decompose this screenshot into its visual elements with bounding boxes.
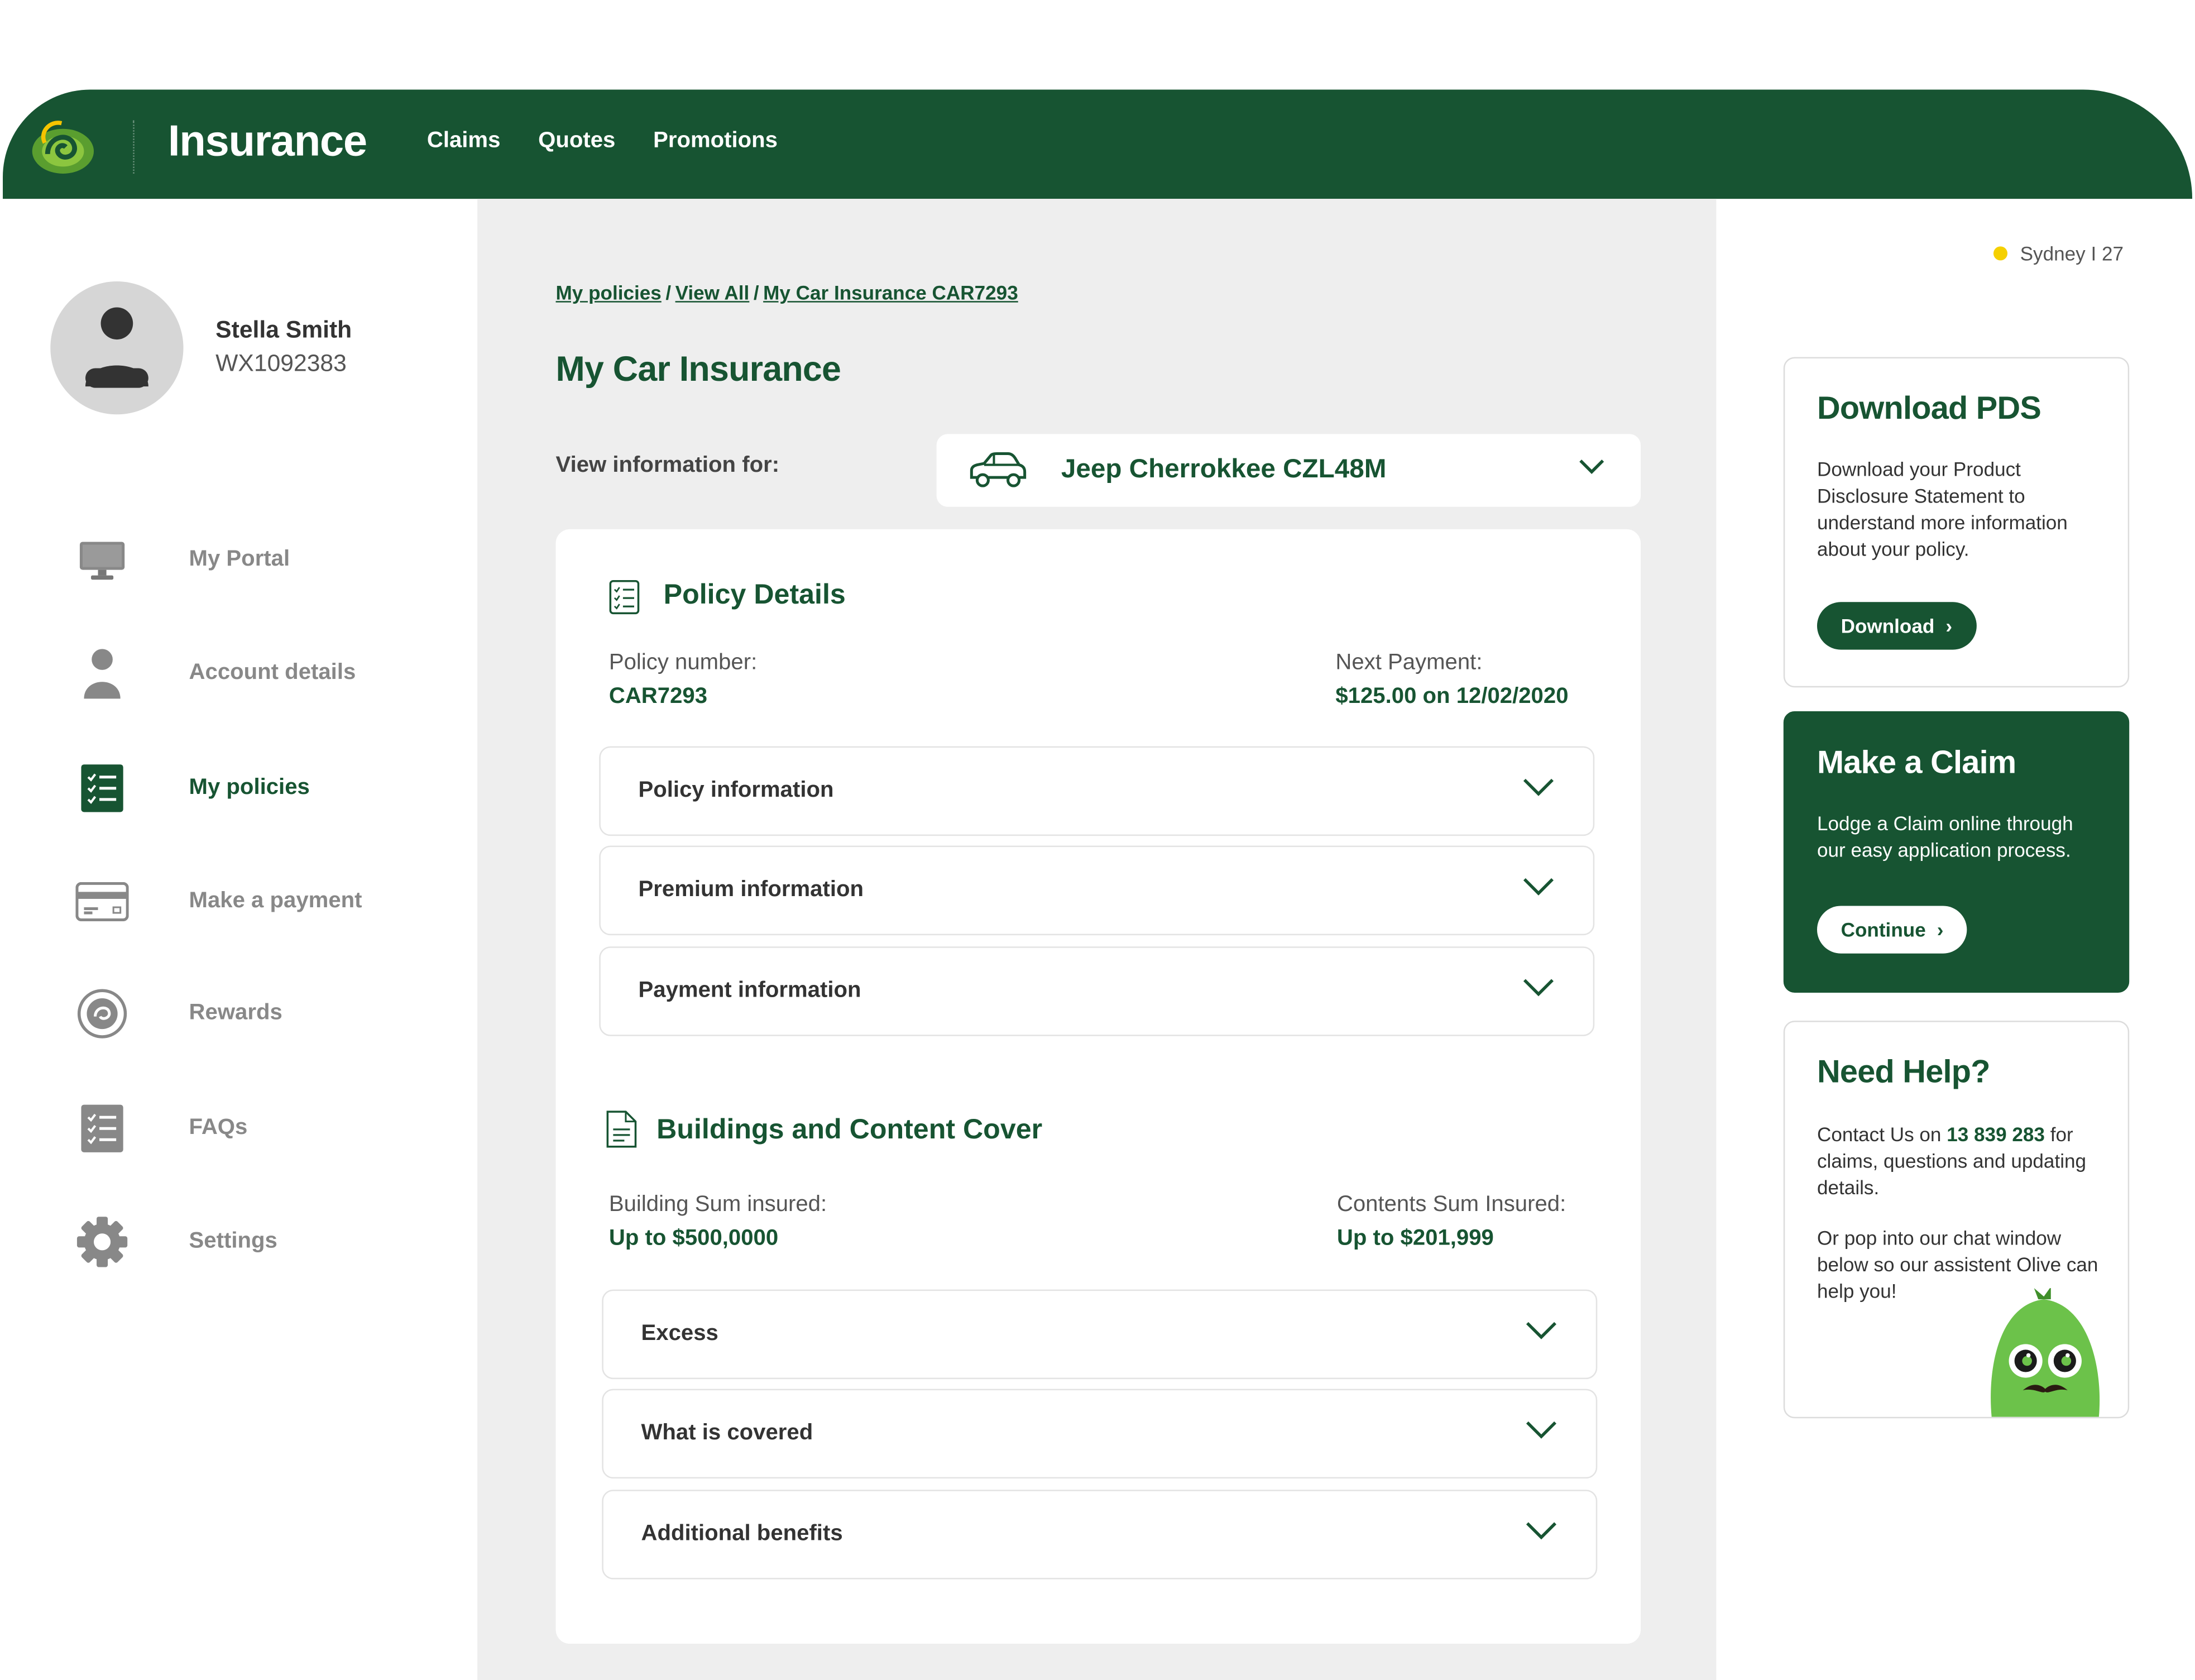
accordion-label: Additional benefits xyxy=(641,1522,843,1547)
sidebar-item-label: Account details xyxy=(189,661,356,686)
need-help-title: Need Help? xyxy=(1817,1053,1990,1091)
continue-button-label: Continue xyxy=(1841,918,1926,941)
download-pds-title: Download PDS xyxy=(1817,389,2041,427)
view-info-label: View information for: xyxy=(556,453,780,478)
location-text: Sydney I 27 xyxy=(2020,242,2124,265)
sidebar-item-account-details[interactable]: Account details xyxy=(70,639,462,709)
sidebar-item-my-policies[interactable]: My policies xyxy=(70,753,462,823)
policy-number-value: CAR7293 xyxy=(609,685,707,710)
location-dot-icon xyxy=(1993,246,2007,260)
selected-vehicle: Jeep Cherrokkee CZL48M xyxy=(1061,455,1387,486)
sidebar-item-rewards[interactable]: Rewards xyxy=(70,979,462,1049)
make-claim-text: Lodge a Claim online through our easy ap… xyxy=(1817,811,2104,864)
sidebar-item-my-portal[interactable]: My Portal xyxy=(70,525,462,595)
chevron-down-icon xyxy=(1523,778,1554,797)
vehicle-select[interactable]: Jeep Cherrokkee CZL48M xyxy=(937,434,1641,506)
contents-sum-label: Contents Sum Insured: xyxy=(1337,1193,1566,1218)
chevron-down-icon xyxy=(1523,878,1554,896)
woolworths-logo-icon[interactable] xyxy=(28,115,98,176)
document-icon xyxy=(606,1111,637,1148)
need-help-card: Need Help? Contact Us on 13 839 283 for … xyxy=(1784,1021,2129,1418)
contents-sum-value: Up to $201,999 xyxy=(1337,1227,1494,1252)
contact-prefix: Contact Us on xyxy=(1817,1123,1947,1145)
chevron-down-icon xyxy=(1523,979,1554,997)
checklist-icon xyxy=(80,763,124,813)
chevron-down-icon xyxy=(1526,1421,1556,1439)
chevron-down-icon xyxy=(1526,1322,1556,1340)
sidebar-item-label: Rewards xyxy=(189,1001,282,1026)
chevron-down-icon xyxy=(1579,460,1604,475)
person-avatar-icon xyxy=(50,281,183,414)
avatar[interactable] xyxy=(50,281,183,414)
next-payment-label: Next Payment: xyxy=(1335,651,1482,676)
sidebar-item-faqs[interactable]: FAQs xyxy=(70,1094,462,1164)
make-claim-card: Make a Claim Lodge a Claim online throug… xyxy=(1784,711,2129,993)
policy-details-title: Policy Details xyxy=(664,580,846,612)
user-id: WX1092383 xyxy=(215,350,347,378)
top-nav: Claims Quotes Promotions xyxy=(427,129,778,154)
breadcrumb-current-policy[interactable]: My Car Insurance CAR7293 xyxy=(763,281,1018,304)
monitor-icon xyxy=(77,539,127,581)
download-button[interactable]: Download › xyxy=(1817,602,1976,649)
page-title: My Car Insurance xyxy=(556,350,841,391)
logo-divider xyxy=(133,121,135,174)
building-sum-label: Building Sum insured: xyxy=(609,1193,827,1218)
sidebar-item-label: Make a payment xyxy=(189,889,362,914)
accordion-label: Premium information xyxy=(639,878,864,903)
building-sum-value: Up to $500,0000 xyxy=(609,1227,778,1252)
cover-title: Buildings and Content Cover xyxy=(656,1114,1042,1147)
download-button-label: Download xyxy=(1841,615,1935,637)
breadcrumb: My policies/View All/My Car Insurance CA… xyxy=(556,281,1018,304)
download-pds-card: Download PDS Download your Product Discl… xyxy=(1784,357,2129,687)
gear-icon xyxy=(75,1215,128,1269)
chevron-right-icon: › xyxy=(1945,615,1952,637)
accordion-label: Payment information xyxy=(639,979,861,1004)
sidebar-item-settings[interactable]: Settings xyxy=(70,1207,462,1277)
car-icon xyxy=(967,451,1029,490)
rewards-icon xyxy=(75,987,128,1040)
chevron-right-icon: › xyxy=(1937,918,1944,941)
policy-number-label: Policy number: xyxy=(609,651,757,676)
accordion-additional-benefits[interactable]: Additional benefits xyxy=(602,1490,1597,1579)
olive-mascot-icon[interactable] xyxy=(1981,1288,2107,1417)
accordion-premium-information[interactable]: Premium information xyxy=(599,846,1594,935)
breadcrumb-my-policies[interactable]: My policies xyxy=(556,281,662,304)
accordion-label: Policy information xyxy=(639,778,834,803)
next-payment-value: $125.00 on 12/02/2020 xyxy=(1335,685,1568,710)
nav-promotions[interactable]: Promotions xyxy=(653,129,778,154)
breadcrumb-view-all[interactable]: View All xyxy=(675,281,750,304)
continue-button[interactable]: Continue › xyxy=(1817,906,1967,953)
nav-claims[interactable]: Claims xyxy=(427,129,501,154)
accordion-label: What is covered xyxy=(641,1421,813,1446)
need-help-contact-text: Contact Us on 13 839 283 for claims, que… xyxy=(1817,1122,2104,1202)
sidebar-item-label: Settings xyxy=(189,1229,277,1255)
document-list-icon xyxy=(609,580,640,615)
sidebar-item-label: FAQs xyxy=(189,1116,248,1141)
accordion-excess[interactable]: Excess xyxy=(602,1290,1597,1379)
accordion-payment-information[interactable]: Payment information xyxy=(599,946,1594,1036)
download-pds-text: Download your Product Disclosure Stateme… xyxy=(1817,457,2104,563)
contact-phone[interactable]: 13 839 283 xyxy=(1947,1123,2045,1145)
brand-title[interactable]: Insurance xyxy=(168,116,367,166)
accordion-label: Excess xyxy=(641,1322,718,1347)
faq-icon xyxy=(80,1103,124,1153)
sidebar-item-label: My Portal xyxy=(189,548,290,573)
card-icon xyxy=(75,882,128,921)
person-icon xyxy=(81,645,123,701)
make-claim-title: Make a Claim xyxy=(1817,744,2016,782)
location-indicator: Sydney I 27 xyxy=(1993,242,2124,265)
sidebar-item-make-a-payment[interactable]: Make a payment xyxy=(70,867,462,936)
user-name: Stella Smith xyxy=(215,317,352,344)
accordion-policy-information[interactable]: Policy information xyxy=(599,746,1594,836)
sidebar-item-label: My policies xyxy=(189,776,310,801)
top-header: Insurance Claims Quotes Promotions xyxy=(3,89,2192,199)
accordion-what-is-covered[interactable]: What is covered xyxy=(602,1389,1597,1478)
chevron-down-icon xyxy=(1526,1522,1556,1540)
nav-quotes[interactable]: Quotes xyxy=(538,129,615,154)
